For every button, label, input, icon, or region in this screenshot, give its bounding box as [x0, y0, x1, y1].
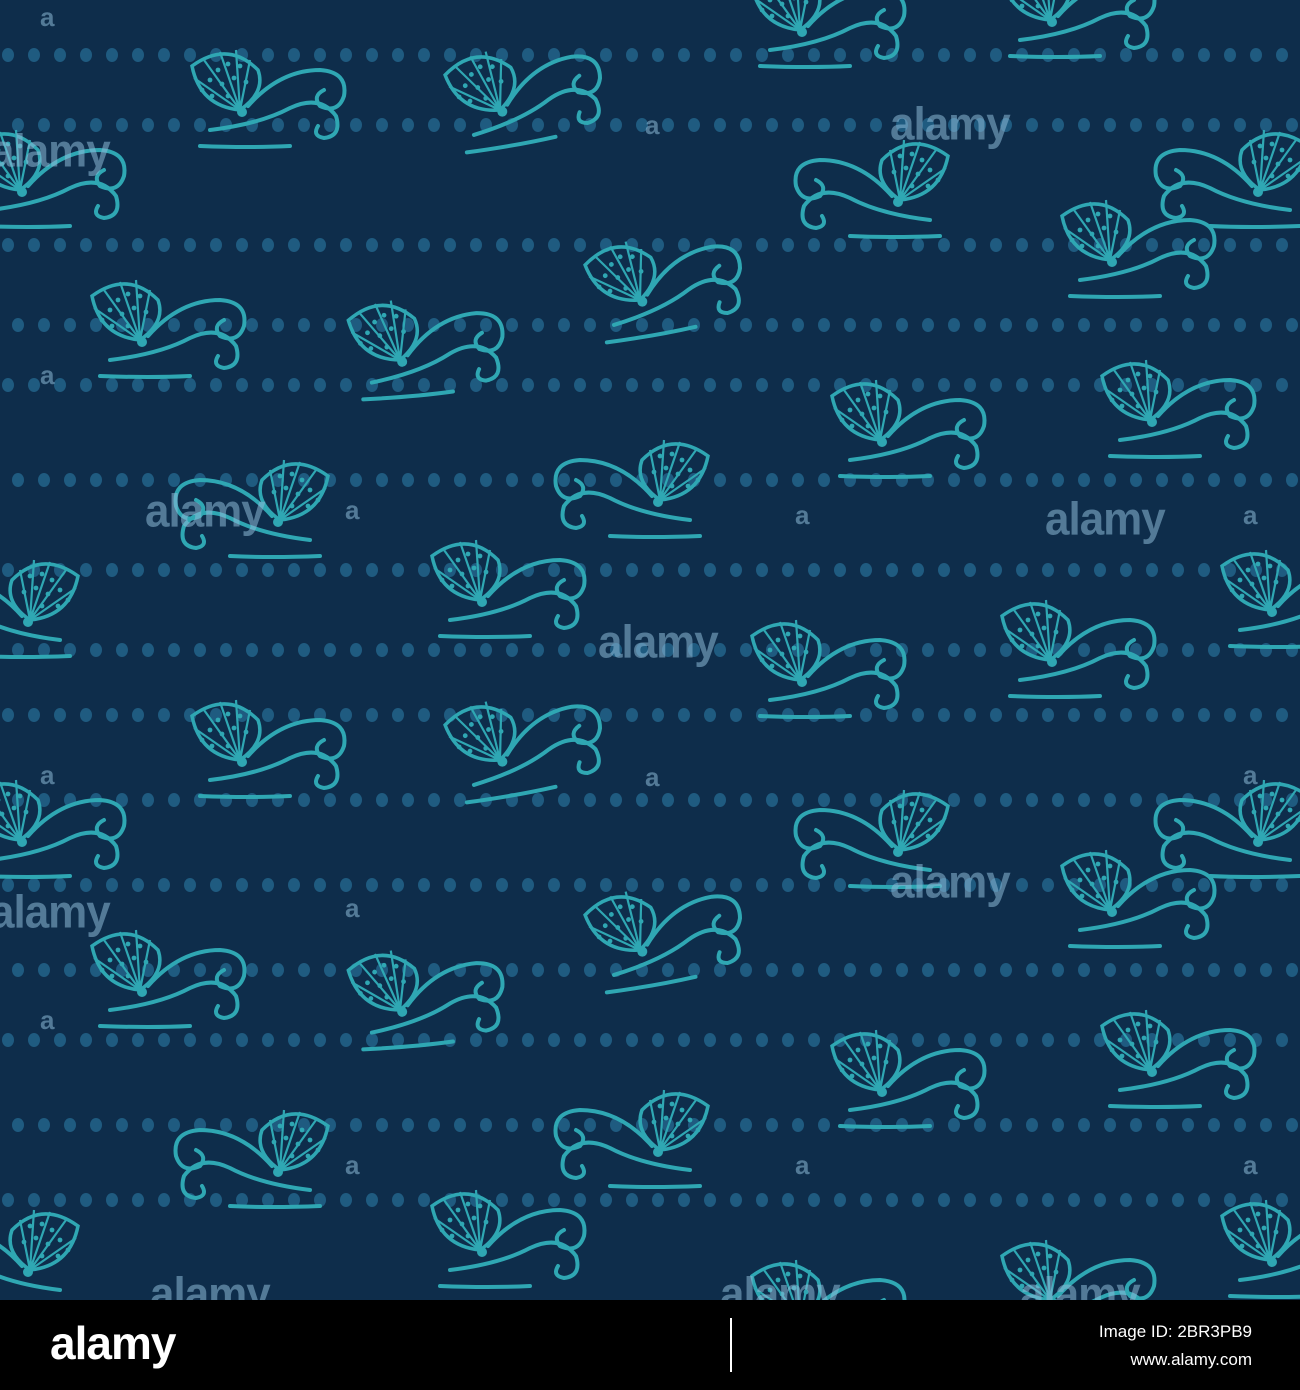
watermark-glyph: a: [345, 1150, 360, 1180]
watermark-glyph: a: [795, 500, 810, 530]
watermark-glyph: a: [40, 760, 55, 790]
watermark-glyph: a: [645, 110, 660, 140]
pattern-canvas: .mstroke{stroke:#2fa7b3;} .mfill{fill:#2…: [0, 0, 1300, 1300]
watermark-glyph: a: [1243, 1150, 1258, 1180]
watermark-glyph: a: [645, 762, 660, 792]
watermark-glyph: a: [1243, 760, 1258, 790]
footer-info: Image ID: 2BR3PB9 www.alamy.com: [1099, 1318, 1252, 1374]
image-id-text: Image ID: 2BR3PB9: [1098, 1322, 1252, 1341]
seashell-wave-pattern: .mstroke{stroke:#2fa7b3;} .mfill{fill:#2…: [0, 0, 1300, 1300]
footer-logo: alamy: [50, 1317, 176, 1369]
watermark-glyph: a: [40, 1005, 55, 1035]
watermark-glyph: a: [40, 360, 55, 390]
footer-bar: alamy Image ID: 2BR3PB9 www.alamy.com: [0, 1300, 1300, 1390]
watermark-glyph: a: [795, 1150, 810, 1180]
watermark-glyph: a: [345, 893, 360, 923]
footer-divider: [730, 1318, 732, 1372]
website-url: www.alamy.com: [1130, 1350, 1252, 1369]
watermark-glyph: a: [40, 2, 55, 32]
watermark-glyph: a: [1243, 500, 1258, 530]
watermark-glyph: a: [345, 495, 360, 525]
